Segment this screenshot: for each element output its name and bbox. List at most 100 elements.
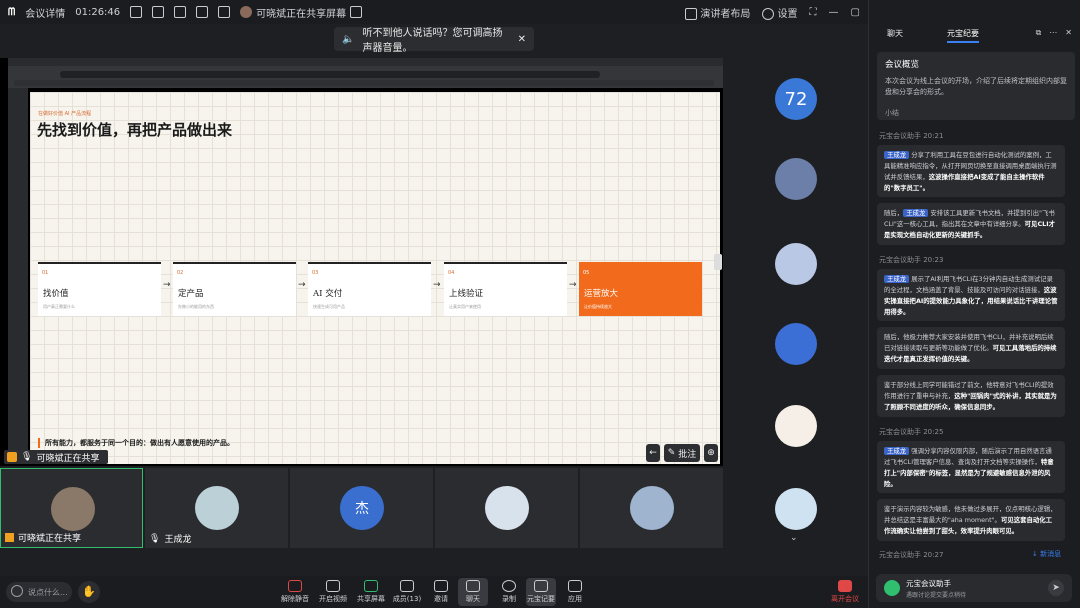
app-logo: ᗰ [8, 6, 16, 18]
participant-avatar[interactable] [775, 405, 817, 447]
minutes-entry: 随后，他极力推荐大家安装并使用飞书CLI，并补充说明后续已对链接读取与更新等功能… [877, 327, 1065, 369]
user-icon [7, 452, 17, 462]
cloud-icon[interactable] [174, 6, 187, 18]
fullscreen-icon[interactable]: ⛶ [810, 7, 817, 18]
participant-avatar[interactable]: 72 [775, 78, 817, 120]
hand-icon[interactable]: ✋ [78, 581, 100, 603]
avatar [485, 486, 529, 530]
mic-off-icon: 🎙 [149, 533, 161, 544]
lock-icon[interactable] [196, 6, 209, 18]
side-panel: 聊天 元宝纪要 ⧉ ⋯ ✕ 会议概览 本次会议为线上会议的开场，介绍了后续将定期组织… [868, 0, 1080, 608]
slide-scroll-handle[interactable] [714, 254, 722, 270]
layout-button[interactable]: 演讲者布局 [685, 5, 750, 20]
message-header: 元宝会议助手 20:23 [879, 256, 944, 264]
camera-off-icon [326, 580, 340, 592]
members-button[interactable]: 成员(13) [392, 578, 422, 604]
apps-icon [568, 580, 582, 592]
speaker-icon: 🔈 [342, 33, 355, 45]
new-messages-button[interactable]: ↓ 新消息 [1032, 549, 1061, 559]
close-icon[interactable]: ✕ [518, 34, 526, 45]
video-button[interactable]: 开启视频 [318, 578, 348, 604]
minutes-entry: 鉴于演示内容较为敏感，他未做过多展开，仅点明核心逻辑，并总结这是丰富最大的"ah… [877, 499, 1065, 541]
maximize-icon[interactable]: ▢ [851, 7, 860, 18]
message-header: 元宝会议助手 20:21 [879, 132, 944, 140]
leave-icon [838, 580, 852, 592]
pen-icon: ✎ [667, 448, 676, 458]
browser-chrome [8, 66, 723, 88]
annotate-button[interactable]: ✎ 批注 [664, 444, 700, 462]
meeting-details-link[interactable]: 会议详情 [25, 5, 65, 20]
share-icon[interactable] [152, 6, 165, 18]
arrow-icon: → [569, 280, 577, 290]
participant-tile[interactable]: 🎙 王成龙 [145, 468, 288, 548]
assistant-icon [884, 580, 900, 596]
mac-menu-bar [8, 58, 723, 66]
top-bar: ᗰ 会议详情 01:26:46 可晓斌正在共享屏幕 演讲者布局 设置 ⛶ — ▢ [0, 0, 868, 24]
participant-avatar[interactable] [775, 488, 817, 530]
participant-tile[interactable] [435, 468, 578, 548]
record-icon [502, 580, 516, 592]
slide-title: 先找到价值，再把产品做出来 [37, 121, 233, 139]
sharer-label: 🎙 可晓斌正在共享 [4, 450, 108, 464]
share-screen-button[interactable]: 共享屏幕 [356, 578, 386, 604]
mic-off-icon [288, 580, 302, 592]
leave-button[interactable]: 离开会议 [830, 578, 860, 604]
meeting-timer: 01:26:46 [75, 6, 121, 18]
speaker-tag: 王成龙 [903, 209, 929, 217]
record-button[interactable]: 录制 [494, 578, 524, 604]
step-card: 02 定产品 先做小的能用的东西 [173, 262, 296, 316]
smile-icon[interactable] [11, 585, 23, 597]
slide-kicker: 在做好价值 AI 产品流程 [38, 111, 92, 117]
tab-chat[interactable]: 聊天 [887, 28, 903, 43]
chat-button[interactable]: 聊天 [458, 578, 488, 606]
participant-avatar[interactable] [775, 158, 817, 200]
speaker-tag: 王成龙 [884, 275, 910, 283]
summary-more[interactable]: 小结 [885, 108, 899, 118]
send-icon[interactable]: ➤ [1048, 580, 1064, 596]
participant-tile[interactable]: 可晓斌正在共享 [0, 468, 143, 548]
speaker-tag: 王成龙 [884, 447, 910, 455]
panel-actions: ⧉ ⋯ ✕ [1036, 28, 1072, 38]
assistant-bar[interactable]: 元宝会议助手 遇跟讨论提交要点稍待 ➤ [876, 574, 1072, 602]
bottom-toolbar: 解除静音 开启视频 共享屏幕 成员(13) 邀请 聊天 录制 元宝记要 应用 离… [0, 576, 868, 608]
chat-icon [466, 580, 480, 592]
settings-button[interactable]: 设置 [762, 5, 798, 20]
close-icon[interactable]: ✕ [1065, 28, 1072, 38]
participant-avatar[interactable] [775, 323, 817, 365]
participant-name: 可晓斌正在共享 [18, 534, 82, 544]
summary-body: 本次会议为线上会议的开场，介绍了后续将定期组织内部复盘和分享会的形式。 [885, 77, 1067, 96]
minutes-icon [534, 580, 548, 592]
invite-button[interactable]: 邀请 [426, 578, 456, 604]
copy-icon[interactable]: ⧉ [1036, 28, 1042, 38]
minutes-button[interactable]: 元宝记要 [526, 578, 556, 606]
layout-icon [685, 7, 698, 20]
chevron-down-icon[interactable]: ⌄ [790, 533, 798, 543]
message-header: 元宝会议助手 20:27 [879, 551, 944, 559]
participant-tile[interactable]: 杰 [290, 468, 433, 548]
tab-minutes[interactable]: 元宝纪要 [947, 28, 979, 43]
avatar: 杰 [340, 486, 384, 530]
gear-icon [762, 7, 775, 20]
speed-icon[interactable] [218, 6, 231, 18]
panel-tabs: 聊天 元宝纪要 [887, 28, 979, 43]
apps-button[interactable]: 应用 [560, 578, 590, 604]
step-card: 03 AI 交付 快速生成可用产品 [308, 262, 431, 316]
minimize-icon[interactable]: — [829, 7, 839, 18]
browser-sidebar [8, 88, 28, 464]
participant-tile[interactable] [580, 468, 723, 548]
participant-avatar[interactable] [775, 243, 817, 285]
members-icon [400, 580, 414, 592]
summary-card: 会议概览 本次会议为线上会议的开场，介绍了后续将定期组织内部复盘和分享会的形式。… [877, 52, 1075, 120]
stop-share-icon[interactable] [350, 6, 363, 18]
back-icon[interactable]: ← [646, 444, 660, 462]
minutes-entry: 随后， 王成龙 安排该工具更新飞书文档，并提到引出"飞书CLI"这一核心工具，指出… [877, 203, 1065, 245]
unmute-button[interactable]: 解除静音 [280, 578, 310, 604]
step-card: 04 上线验证 让真实用户来使用 [444, 262, 567, 316]
arrow-icon: → [298, 280, 306, 290]
participant-name: 王成龙 [164, 535, 192, 545]
mic-icon: 🎙 [21, 452, 33, 462]
more-icon[interactable]: ⋯ [1049, 28, 1057, 38]
zoom-icon[interactable]: ⊕ [704, 444, 718, 462]
minutes-entry: 鉴于部分线上同学可能错过了前文，他特意对飞书CLI的提效作用进行了重申与补充，这… [877, 375, 1065, 417]
minutes-entry: 王成龙 分享了利用工具在豆包进行自动化测试的案例，工具能精准响应指令，从打开网页… [877, 145, 1065, 197]
